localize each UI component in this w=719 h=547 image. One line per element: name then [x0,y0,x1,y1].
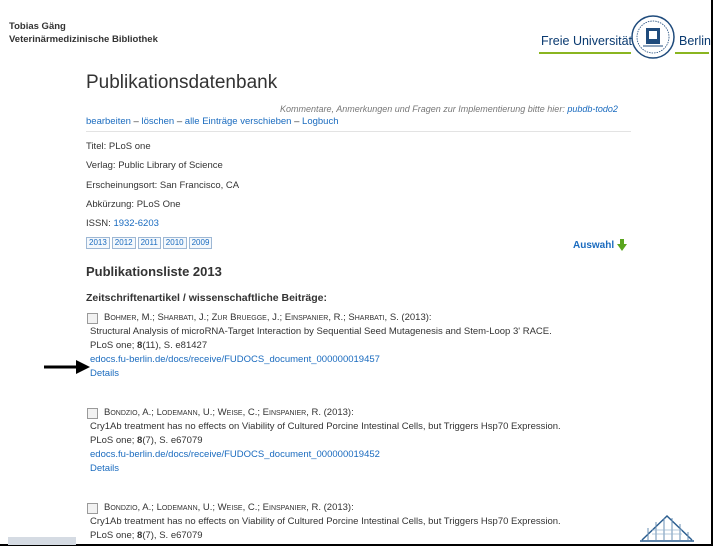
issn-label: ISSN: [86,218,114,229]
delete-link[interactable]: löschen [141,116,174,127]
year-button-2013[interactable]: 2013 [86,237,110,249]
pointer-arrow-icon [44,360,90,374]
action-separator: – [130,116,142,127]
list-item: Bohmer, M.; Sharbati, J.; Zur Bruegge, J… [86,311,646,381]
journal-name: PLoS one; [90,340,138,351]
move-all-entries-link[interactable]: alle Einträge verschieben [185,116,292,127]
journal-title: Titel: PLoS one [86,141,151,152]
comment-text: Kommentare, Anmerkungen und Fragen zur I… [280,104,565,114]
issue-pages: (7), S. e67079 [142,530,203,541]
entry-title: Structural Analysis of microRNA-Target I… [90,326,552,337]
select-checkbox[interactable] [87,407,98,419]
entry-title: Cry1Ab treatment has no effects on Viabi… [90,516,561,527]
owner-name: Tobias Gäng [9,21,66,32]
entry-link[interactable]: edocs.fu-berlin.de/docs/receive/FUDOCS_d… [90,449,380,460]
entry-authors: Bondzio, A.; Lodemann, U.; Weise, C.; Ei… [104,502,354,513]
year-selector: 2013 2012 2011 2010 2009 [86,237,213,249]
select-checkbox[interactable] [87,312,98,324]
journal-publisher: Verlag: Public Library of Science [86,160,223,171]
issue-pages: (11), S. e81427 [142,340,208,351]
entry-link[interactable]: edocs.fu-berlin.de/docs/receive/FUDOCS_d… [90,354,380,365]
action-separator: – [291,116,303,127]
year-button-2010[interactable]: 2010 [162,237,187,249]
auswahl-label: Auswahl [573,239,615,251]
footer-bar [8,537,76,545]
comment-line: Kommentare, Anmerkungen und Fragen zur I… [280,104,618,114]
entry-journal: PLoS one; 8(7), S. e67079 [90,529,646,543]
journal-name: PLoS one; [90,435,138,446]
action-separator: – [174,116,185,127]
entry-journal: PLoS one; 8(11), S. e81427 [90,339,646,353]
edit-link[interactable]: bearbeiten [86,116,131,127]
logo-text-left: Freie Universität [541,34,632,48]
auswahl-button[interactable]: Auswahl [573,239,628,251]
list-item: Bondzio, A.; Lodemann, U.; Weise, C.; Ei… [86,406,646,476]
year-button-2011[interactable]: 2011 [137,237,161,249]
details-link[interactable]: Details [90,368,119,379]
logbook-link[interactable]: Logbuch [302,116,338,127]
list-title: Publikationsliste 2013 [86,264,222,279]
journal-place: Erscheinungsort: San Francisco, CA [86,180,240,191]
owner-department: Veterinärmedizinische Bibliothek [9,34,158,45]
entry-authors: Bondzio, A.; Lodemann, U.; Weise, C.; Ei… [104,407,354,418]
green-arrow-down-icon [617,239,628,251]
divider [86,131,631,132]
entry-journal: PLoS one; 8(7), S. e67079 [90,434,646,448]
details-link[interactable]: Details [90,463,119,474]
journal-issn: ISSN: 1932-6203 [86,218,159,229]
owner-info: Tobias Gäng Veterinärmedizinische Biblio… [9,20,158,46]
category-title: Zeitschriftenartikel / wissenschaftliche… [86,292,327,304]
issue-pages: (7), S. e67079 [142,435,203,446]
university-seal-icon [631,15,675,59]
journal-name: PLoS one; [90,530,138,541]
logo-underline-left [539,52,631,54]
journal-abbreviation: Abkürzung: PLoS One [86,199,181,210]
building-logo-icon [640,514,694,542]
fu-berlin-logo: Freie Universität Berlin [537,14,712,64]
year-button-2009[interactable]: 2009 [188,237,213,249]
logo-underline-right [675,52,709,54]
comment-link[interactable]: pubdb-todo2 [567,104,618,114]
select-checkbox[interactable] [87,502,98,514]
page-title: Publikationsdatenbank [86,72,278,93]
list-item: Bondzio, A.; Lodemann, U.; Weise, C.; Ei… [86,501,646,543]
action-links: bearbeiten – löschen – alle Einträge ver… [86,116,338,127]
logo-text-right: Berlin [679,34,711,48]
year-button-2012[interactable]: 2012 [111,237,136,249]
entry-authors: Bohmer, M.; Sharbati, J.; Zur Bruegge, J… [104,312,432,323]
issn-link[interactable]: 1932-6203 [113,218,158,229]
entry-title: Cry1Ab treatment has no effects on Viabi… [90,421,561,432]
